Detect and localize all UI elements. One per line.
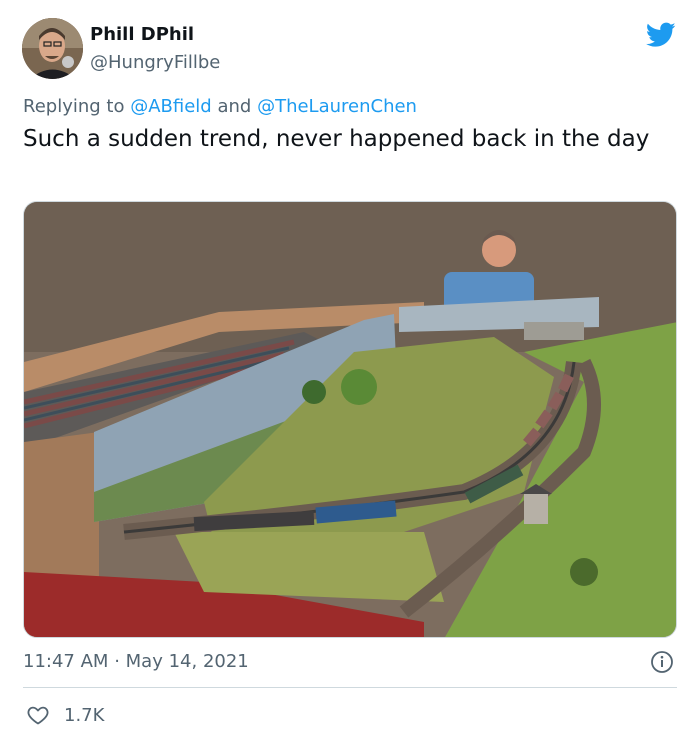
avatar[interactable] <box>22 18 83 79</box>
heart-icon <box>27 706 49 725</box>
tweet-time: 11:47 AM <box>23 651 109 672</box>
twitter-bird-icon[interactable] <box>646 22 676 48</box>
reply-prefix: Replying to <box>23 96 125 117</box>
reply-conjunction: and <box>217 96 252 117</box>
timestamp-separator: · <box>114 651 120 672</box>
info-icon[interactable] <box>650 650 674 674</box>
tweet-date: May 14, 2021 <box>125 651 249 672</box>
mention-laurenchen[interactable]: @TheLaurenChen <box>257 96 417 117</box>
avatar-image <box>22 18 83 79</box>
tweet-text: Such a sudden trend, never happened back… <box>23 126 650 152</box>
divider <box>23 687 677 688</box>
like-count: 1.7K <box>64 704 105 726</box>
tweet-header: Phill DPhil @HungryFillbe <box>22 18 682 80</box>
reply-context: Replying to @ABfield and @TheLaurenChen <box>23 96 417 117</box>
tweet-timestamp[interactable]: 11:47 AM · May 14, 2021 <box>23 651 249 672</box>
mention-abfield[interactable]: @ABfield <box>130 96 212 117</box>
like-button[interactable]: 1.7K <box>26 702 104 728</box>
model-railway-photo <box>24 202 676 637</box>
author-handle[interactable]: @HungryFillbe <box>90 52 220 73</box>
tweet-media[interactable] <box>23 201 677 638</box>
author-name[interactable]: Phill DPhil <box>90 24 194 45</box>
